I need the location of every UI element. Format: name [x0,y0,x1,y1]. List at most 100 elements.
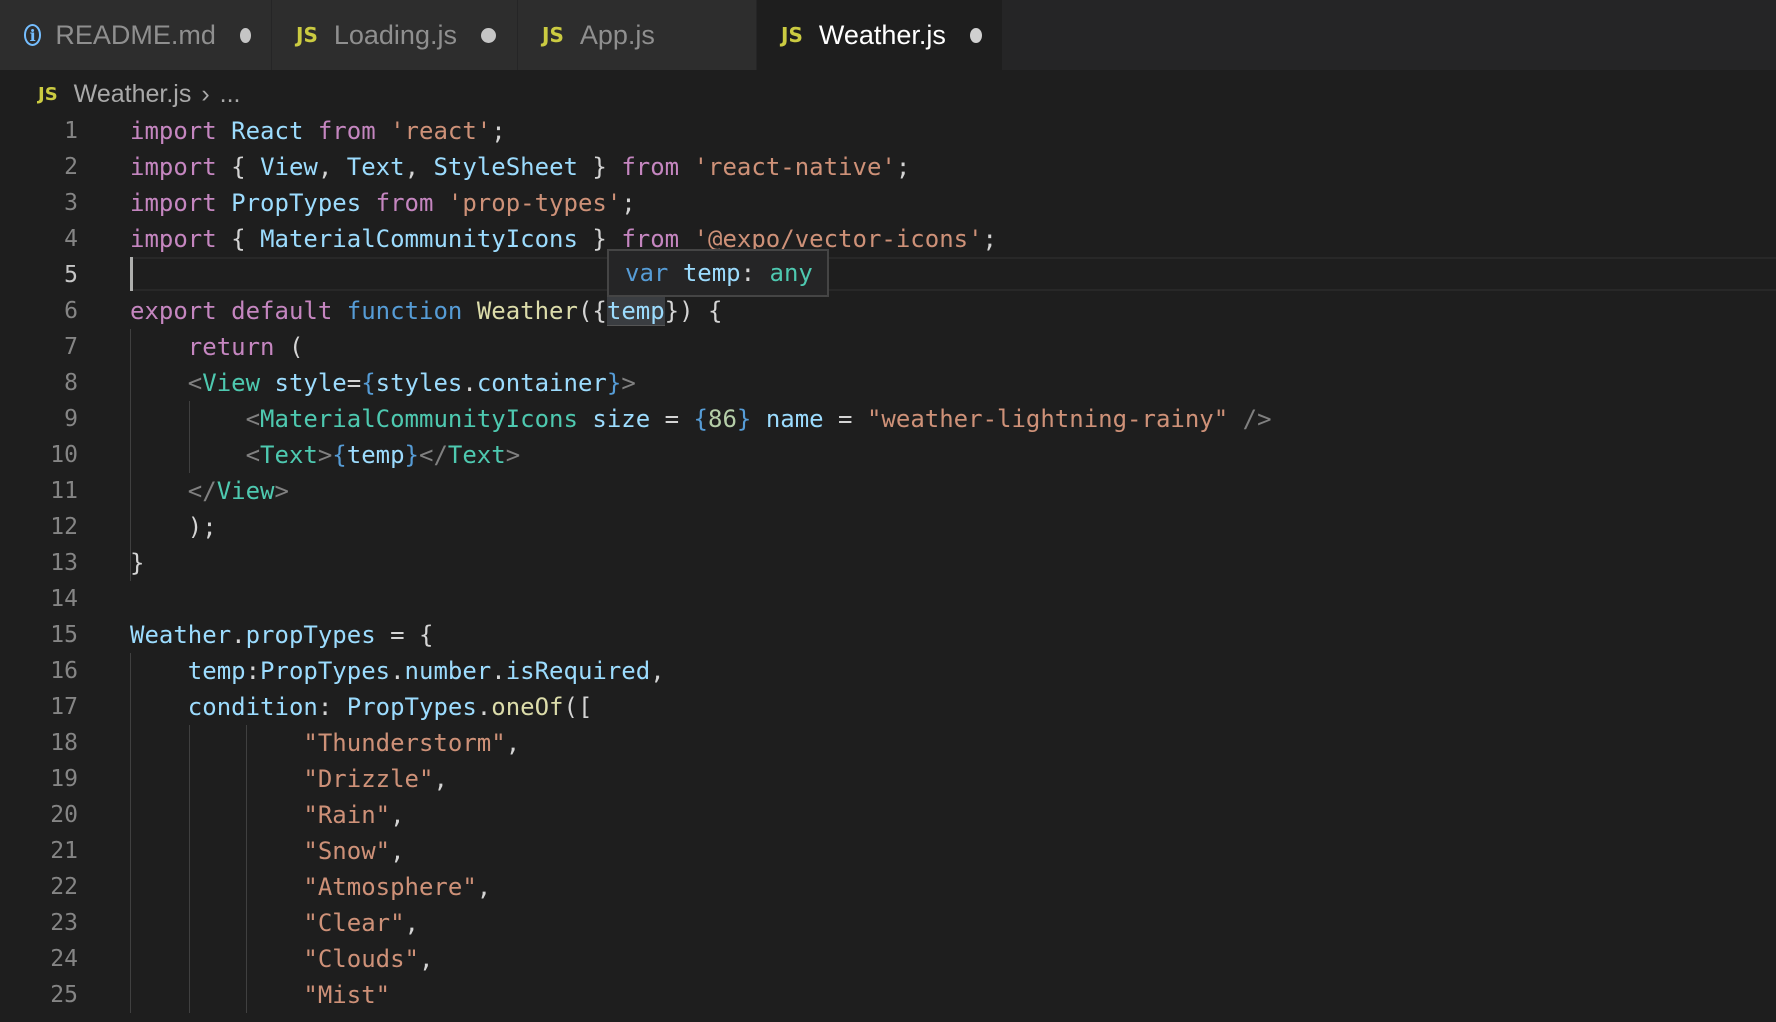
code-line[interactable]: 5 [0,257,1776,293]
code-line[interactable]: 13} [0,545,1776,581]
code-token: . [476,693,492,721]
code-token: } [577,153,622,181]
code-text: "Clear", [130,905,419,941]
code-line[interactable]: 6 export default function Weather({temp})… [0,293,1776,329]
line-number: 9 [64,406,78,432]
unsaved-dot-icon[interactable] [969,27,982,43]
code-line[interactable]: 9 <MaterialCommunityIcons size = {86} na… [0,401,1776,437]
code-text: import PropTypes from 'prop-types'; [130,185,636,221]
tab-weather[interactable]: JS Weather.js [757,0,1003,70]
code-token: "Drizzle" [303,765,434,793]
tab-loading[interactable]: JS Loading.js [272,0,518,70]
code-token: 'prop-types' [447,189,622,217]
breadcrumb-more[interactable]: ... [220,80,241,109]
code-text: "Atmosphere", [130,869,491,905]
code-line[interactable]: 4 import { MaterialCommunityIcons } from … [0,221,1776,257]
code-line[interactable]: 24 "Clouds", [0,941,1776,977]
code-line[interactable]: 15 Weather.propTypes = { [0,617,1776,653]
code-token: = [346,369,362,397]
code-line[interactable]: 23 "Clear", [0,905,1776,941]
code-token: "Atmosphere" [303,873,477,901]
code-line[interactable]: 19 "Drizzle", [0,761,1776,797]
code-token: View [202,369,261,397]
code-token: > [621,369,636,397]
code-token: PropTypes [231,189,362,217]
code-text: condition: PropTypes.oneOf([ [130,689,593,725]
code-text: "Snow", [130,833,404,869]
code-line[interactable]: 14 [0,581,1776,617]
tab-readme[interactable]: i README.md [0,0,272,70]
tab-app[interactable]: JS App.js [518,0,757,70]
code-text: <Text>{temp}</Text> [130,437,521,473]
code-token: < [187,369,203,397]
code-token: > [274,477,289,505]
code-line[interactable]: 21 "Snow", [0,833,1776,869]
code-line[interactable]: 18 "Thunderstorm", [0,725,1776,761]
code-text: <View style={styles.container}> [130,365,636,401]
code-line[interactable]: 2 import { View, Text, StyleSheet } from … [0,149,1776,185]
code-token: styles [375,369,463,397]
tab-label: Weather.js [818,19,946,50]
line-number: 25 [50,982,78,1008]
code-line[interactable]: 17 condition: PropTypes.oneOf([ [0,689,1776,725]
code-token: . [390,657,405,685]
code-line[interactable]: 7 return ( [0,329,1776,365]
code-text: ); [130,509,217,545]
code-line[interactable]: 16 temp:PropTypes.number.isRequired, [0,653,1776,689]
breadcrumb-file[interactable]: Weather.js [74,80,192,109]
tab-label: Loading.js [333,19,457,50]
code-editor[interactable]: 1 import React from 'react'; 2 import { Vie… [0,113,1776,1022]
line-number: 1 [64,118,78,144]
line-number: 19 [50,766,78,792]
unsaved-dot-icon[interactable] [239,27,251,43]
hover-keyword: var [625,259,669,287]
code-line[interactable]: 11 </View> [0,473,1776,509]
code-line[interactable]: 3 import PropTypes from 'prop-types'; [0,185,1776,221]
unsaved-dot-icon[interactable] [480,27,496,43]
code-token: : [245,657,261,685]
chevron-right-icon: › [201,79,210,108]
code-line[interactable]: 20 "Rain", [0,797,1776,833]
code-token: > [317,441,333,469]
code-line[interactable]: 22 "Atmosphere", [0,869,1776,905]
code-token: "Rain" [303,801,391,829]
hover-type: any [769,259,813,287]
tab-label: README.md [55,19,216,50]
code-token: , [476,873,492,901]
code-token: : [317,693,347,721]
code-token: ([ [563,693,593,721]
code-token: "Mist" [303,981,391,1009]
line-number: 16 [50,658,78,684]
line-number: 15 [50,622,78,648]
code-line[interactable]: 25 "Mist" [0,977,1776,1013]
code-text: import React from 'react'; [130,113,506,149]
code-token: return [187,333,275,361]
line-number: 17 [50,694,78,720]
line-number: 20 [50,802,78,828]
hover-name: temp [682,259,741,287]
code-line[interactable]: 8 <View style={styles.container}> [0,365,1776,401]
code-token: MaterialCommunityIcons [260,225,578,253]
code-token: ; [621,189,636,217]
code-text: "Mist" [130,977,390,1013]
code-line[interactable]: 10 <Text>{temp}</Text> [0,437,1776,473]
line-number: 7 [64,334,78,360]
code-text: </View> [130,473,289,509]
code-token: ({ [577,297,607,325]
code-token: from [317,117,376,145]
line-number: 21 [50,838,78,864]
code-line[interactable]: 12 ); [0,509,1776,545]
code-line[interactable]: 1 import React from 'react'; [0,113,1776,149]
code-token: from [621,153,680,181]
code-token: import [130,225,217,253]
code-token: = { [375,621,434,649]
